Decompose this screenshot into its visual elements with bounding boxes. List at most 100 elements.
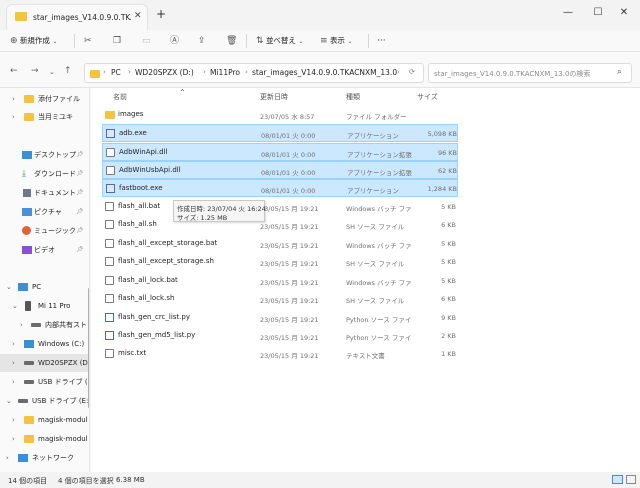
sidebar-item-label: 当月ミユキ bbox=[38, 113, 73, 121]
chevron-right-icon[interactable]: › bbox=[6, 449, 9, 467]
pin-icon: 📌︎ bbox=[76, 170, 84, 177]
breadcrumb-drive[interactable]: WD20SPZX (D:) bbox=[135, 68, 194, 77]
back-icon[interactable]: ← bbox=[10, 66, 18, 76]
file-row-flash-all-except-storage-sh[interactable]: flash_all_except_storage.sh 23/05/15 月 1… bbox=[102, 253, 458, 271]
sidebar-item-label: ドキュメント bbox=[34, 189, 76, 197]
sidebar-item-videos[interactable]: ビデオ 📌︎ bbox=[0, 241, 89, 259]
refresh-icon[interactable]: ⟳ bbox=[409, 68, 415, 76]
address-bar[interactable]: › PC › WD20SPZX (D:) › Mi11Pro › star_im… bbox=[84, 63, 424, 83]
sidebar-item-downloads[interactable]: ⤓ ダウンロード 📌︎ bbox=[0, 165, 89, 183]
file-type: SH ソース ファイル bbox=[346, 223, 405, 231]
file-name: flash_all.sh bbox=[118, 220, 157, 228]
column-header-date[interactable]: 更新日時 bbox=[260, 92, 288, 102]
sidebar-item-wd20spzx-d[interactable]: › WD20SPZX (D:) bbox=[0, 354, 89, 372]
view-icon: ≡ bbox=[320, 36, 328, 46]
sidebar-item-label: USB ドライブ (E:) bbox=[32, 397, 90, 405]
chevron-right-icon[interactable]: › bbox=[12, 354, 15, 372]
column-header-type[interactable]: 種類 bbox=[346, 92, 360, 102]
sidebar-item-desktop[interactable]: デスクトップ 📌︎ bbox=[0, 146, 89, 164]
close-window-button[interactable]: ✕ bbox=[612, 4, 636, 22]
sidebar-item-pc[interactable]: ⌄ PC bbox=[0, 278, 89, 296]
more-options-button[interactable]: ··· bbox=[377, 33, 386, 49]
recent-chevron-icon[interactable]: ⌄ bbox=[49, 68, 55, 76]
chevron-right-icon[interactable]: › bbox=[12, 411, 15, 429]
chevron-right-icon[interactable]: › bbox=[12, 90, 15, 108]
up-icon[interactable]: ↑ bbox=[64, 66, 72, 76]
file-row-flash-all-except-storage-bat[interactable]: flash_all_except_storage.bat 23/05/15 月 … bbox=[102, 235, 458, 253]
minimize-button[interactable]: — bbox=[556, 4, 580, 22]
sidebar-item-internal-storage[interactable]: › 内部共有スト bbox=[0, 316, 89, 334]
tab-current-folder[interactable]: star_images_V14.0.9.0.TKACNX ✕ bbox=[6, 4, 148, 30]
sidebar-item-documents[interactable]: ドキュメント 📌︎ bbox=[0, 184, 89, 202]
cut-icon[interactable]: ✂ bbox=[84, 33, 92, 49]
drive-icon bbox=[24, 380, 34, 384]
sidebar-item-usb-drive-expanded[interactable]: ⌄ USB ドライブ (E:) bbox=[0, 392, 90, 410]
column-header-size[interactable]: サイズ bbox=[417, 92, 438, 102]
sidebar-item-magisk-1[interactable]: › magisk-modul bbox=[0, 411, 89, 429]
chevron-right-icon[interactable]: › bbox=[12, 373, 15, 391]
breadcrumb-current-folder[interactable]: star_images_V14.0.9.0.TKACNXM_13.0 bbox=[252, 68, 397, 77]
file-row-flash-all-lock-sh[interactable]: flash_all_lock.sh 23/05/15 月 19:21 SH ソー… bbox=[102, 290, 458, 308]
file-row-flash-gen-md5-list-py[interactable]: flash_gen_md5_list.py 23/05/15 月 19:21 P… bbox=[102, 327, 458, 345]
share-icon[interactable]: ⇪ bbox=[198, 33, 206, 49]
breadcrumb-pc[interactable]: PC bbox=[111, 68, 121, 77]
file-row-flash-all-sh[interactable]: flash_all.sh 23/05/15 月 19:21 SH ソース ファイ… bbox=[102, 216, 458, 234]
pin-icon: 📌︎ bbox=[76, 227, 84, 234]
paste-icon[interactable]: ▭ bbox=[142, 33, 151, 49]
file-row-fastboot-exe[interactable]: fastboot.exe 08/01/01 火 0:00 アプリケーション 1,… bbox=[102, 179, 458, 197]
chevron-down-icon[interactable]: ⌄ bbox=[12, 297, 18, 315]
chevron-down-icon[interactable]: ⌄ bbox=[6, 278, 12, 296]
maximize-button[interactable]: ☐ bbox=[586, 4, 610, 22]
file-row-flash-all-lock-bat[interactable]: flash_all_lock.bat 23/05/15 月 19:21 Wind… bbox=[102, 272, 458, 290]
phone-icon bbox=[25, 301, 31, 311]
file-row-adbwinapi-dll[interactable]: AdbWinApi.dll 08/01/01 火 0:00 アプリケーション拡張… bbox=[102, 143, 458, 161]
file-row-images[interactable]: images 23/07/05 水 8:57 ファイル フォルダー bbox=[102, 106, 458, 124]
sidebar-item-magisk-2[interactable]: › magisk-modul bbox=[0, 430, 89, 448]
delete-icon[interactable]: 🗑︎ bbox=[226, 33, 237, 49]
file-row-adb-exe[interactable]: adb.exe 08/01/01 火 0:00 アプリケーション 5,098 K… bbox=[102, 124, 458, 142]
view-button[interactable]: ≡ 表示 ⌄ bbox=[320, 33, 352, 49]
chevron-right-icon[interactable]: › bbox=[12, 430, 15, 448]
chevron-right-icon: › bbox=[103, 68, 106, 76]
rename-icon[interactable]: Ⓐ bbox=[170, 33, 179, 49]
file-type: Windows バッチ ファ... bbox=[346, 205, 412, 213]
new-button[interactable]: ⊕ 新規作成 ⌄ bbox=[10, 33, 57, 49]
copy-icon[interactable]: ❐ bbox=[113, 33, 121, 49]
chevron-down-icon[interactable]: ⌄ bbox=[6, 392, 12, 410]
application-icon bbox=[106, 184, 115, 193]
sidebar-item-network[interactable]: › ネットワーク bbox=[0, 449, 89, 467]
tiles-view-icon[interactable] bbox=[626, 475, 636, 484]
sidebar-item-monthly[interactable]: › 当月ミユキ bbox=[0, 108, 89, 126]
view-label: 表示 bbox=[329, 36, 345, 45]
chevron-right-icon[interactable]: › bbox=[12, 108, 15, 126]
file-name: fastboot.exe bbox=[119, 184, 163, 192]
sort-button[interactable]: ⇅ 並べ替え ⌄ bbox=[256, 33, 303, 49]
file-row-flash-all-bat[interactable]: flash_all.bat 23/05/15 月 19:21 Windows バ… bbox=[102, 198, 458, 216]
drive-icon bbox=[31, 323, 41, 327]
details-view-icon[interactable] bbox=[612, 475, 623, 484]
file-row-flash-gen-crc-list-py[interactable]: flash_gen_crc_list.py 23/05/15 月 19:21 P… bbox=[102, 309, 458, 327]
file-row-misc-txt[interactable]: misc.txt 23/05/15 月 19:21 テキスト文書 1 KB bbox=[102, 345, 458, 363]
column-header-name[interactable]: 名前 bbox=[113, 92, 127, 102]
folder-icon bbox=[24, 95, 34, 103]
search-box[interactable]: star_images_V14.0.9.0.TKACNXM_13.0の検索 ⌕ bbox=[428, 63, 632, 83]
search-icon[interactable]: ⌕ bbox=[617, 67, 622, 77]
breadcrumb-mi11pro[interactable]: Mi11Pro bbox=[210, 68, 240, 77]
file-type: Windows バッチ ファ... bbox=[346, 279, 412, 287]
file-size: 1 KB bbox=[441, 350, 456, 358]
new-tab-button[interactable]: + bbox=[156, 7, 166, 21]
sidebar-item-mi11pro[interactable]: ⌄ Mi 11 Pro bbox=[0, 297, 89, 315]
sidebar-item-attachments[interactable]: › 添付ファイル bbox=[0, 90, 89, 108]
file-row-adbwinusbapi-dll[interactable]: AdbWinUsbApi.dll 08/01/01 火 0:00 アプリケーショ… bbox=[102, 161, 458, 179]
forward-icon[interactable]: → bbox=[31, 66, 39, 76]
sidebar-item-usb-drive[interactable]: › USB ドライブ (E:) bbox=[0, 373, 89, 391]
sidebar-item-windows-c[interactable]: › Windows (C:) bbox=[0, 335, 89, 353]
chevron-right-icon[interactable]: › bbox=[20, 316, 23, 334]
sidebar-item-pictures[interactable]: ピクチャ 📌︎ bbox=[0, 203, 89, 221]
file-size: 96 KB bbox=[437, 149, 457, 157]
sidebar-item-music[interactable]: ミュージック 📌︎ bbox=[0, 222, 89, 240]
sidebar-scrollbar[interactable] bbox=[88, 288, 89, 408]
close-tab-icon[interactable]: ✕ bbox=[134, 11, 142, 21]
chevron-right-icon[interactable]: › bbox=[12, 335, 15, 353]
folder-icon bbox=[15, 12, 27, 21]
